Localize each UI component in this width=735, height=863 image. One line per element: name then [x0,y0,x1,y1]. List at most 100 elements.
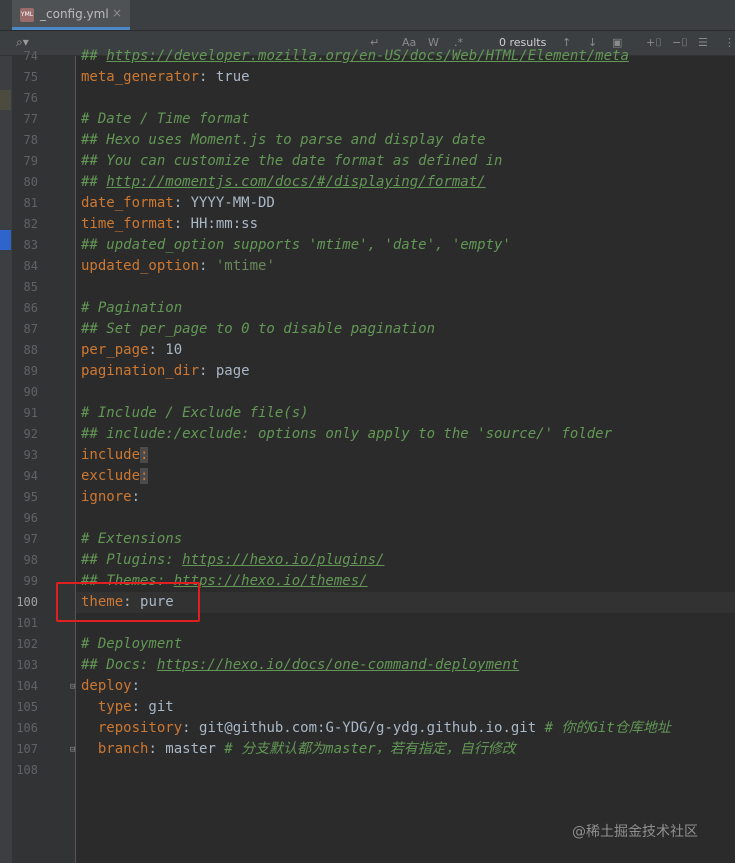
line-number: 95 [23,490,38,504]
code-line[interactable]: include: [81,445,149,466]
line-number: 74 [23,49,38,63]
code-line[interactable]: ## Hexo uses Moment.js to parse and disp… [81,130,486,151]
code-token: type [97,699,132,715]
strip-marker [0,90,11,110]
code-line[interactable]: ## Set per_page to 0 to disable paginati… [81,319,435,340]
highlight-box [56,582,200,622]
line-number: 79 [23,154,38,168]
code-line[interactable]: # Deployment [81,634,182,655]
line-number: 76 [23,91,38,105]
line-number: 106 [16,721,38,735]
code-line[interactable]: ## https://developer.mozilla.org/en-US/d… [81,46,629,67]
code-line[interactable]: ## You can customize the date format as … [81,151,502,172]
code-line[interactable]: # Include / Exclude file(s) [81,403,309,424]
line-number: 93 [23,448,38,462]
code-token: branch [97,741,149,757]
code-line[interactable]: deploy: [81,676,140,697]
line-number: 91 [23,406,38,420]
line-number: 81 [23,196,38,210]
code-line[interactable]: exclude: [81,466,149,487]
code-token: : [140,468,149,484]
filter-icon[interactable]: ☰ [698,36,708,49]
line-number: 105 [16,700,38,714]
code-token: # Include / Exclude file(s) [81,405,309,421]
strip-selection-marker [0,230,11,250]
line-number: 98 [23,553,38,567]
code-token: : HH:mm:ss [173,216,259,232]
code-token: : [140,447,149,463]
code-line[interactable]: ## include:/exclude: options only apply … [81,424,612,445]
code-line[interactable]: type: git [81,697,174,718]
code-token: pagination_dir [81,363,200,379]
code-line[interactable]: ## Docs: https://hexo.io/docs/one-comman… [81,655,519,676]
code-token: # Extensions [81,531,183,547]
fold-marker-icon[interactable]: ⊟ [70,682,75,692]
line-number: 92 [23,427,38,441]
code-token: repository [97,720,183,736]
code-token: ## You can customize the date format as … [81,153,503,169]
line-number: 100 [16,595,38,609]
line-number: 96 [23,511,38,525]
yml-file-icon: YML [20,8,34,22]
code-token: ## include:/exclude: options only apply … [81,426,613,442]
code-line[interactable]: date_format: YYYY-MM-DD [81,193,275,214]
code-token: : YYYY-MM-DD [173,195,275,211]
more-options-icon[interactable]: ⋮ [724,36,735,49]
watermark: @稀土掘金技术社区 [572,824,698,840]
code-token: ## [81,174,107,190]
code-line[interactable]: # Extensions [81,529,182,550]
line-number: 75 [23,70,38,84]
line-number: 89 [23,364,38,378]
code-token: : true [199,69,250,85]
line-number: 84 [23,259,38,273]
code-token: meta_generator [81,69,200,85]
code-token: https://hexo.io/plugins/ [182,552,385,568]
code-line[interactable]: updated_option: 'mtime' [81,256,275,277]
code-token: # Pagination [81,300,183,316]
code-line[interactable]: repository: git@github.com:G-YDG/g-ydg.g… [81,718,671,739]
line-number: 83 [23,238,38,252]
code-token: : [131,678,141,694]
code-token: : [199,258,216,274]
code-token: : [131,489,141,505]
code-token: # 你的Git仓库地址 [544,720,671,736]
add-occurrence-icon[interactable]: +⌷ [646,36,662,50]
code-token: ## Set per_page to 0 to disable paginati… [81,321,436,337]
code-line[interactable]: ## Plugins: https://hexo.io/plugins/ [81,550,384,571]
code-token: # 分支默认都为master，若有指定，自行修改 [224,741,516,757]
code-token: time_format [81,216,174,232]
code-token: http://momentjs.com/docs/#/displaying/fo… [106,174,486,190]
code-token: include [81,447,141,463]
remove-occurrence-icon[interactable]: −⌷ [672,36,688,50]
line-number: 90 [23,385,38,399]
code-line[interactable]: meta_generator: true [81,67,250,88]
code-line[interactable]: ## updated_option supports 'mtime', 'dat… [81,235,511,256]
line-number: 107 [16,742,38,756]
line-number: 101 [16,616,38,630]
code-line[interactable]: # Date / Time format [81,109,250,130]
line-number: 80 [23,175,38,189]
tab-config-yml[interactable]: YML _config.yml × [12,0,130,30]
code-token: ## updated_option supports 'mtime', 'dat… [81,237,511,253]
line-number: 77 [23,112,38,126]
code-line[interactable]: ## http://momentjs.com/docs/#/displaying… [81,172,486,193]
code-line[interactable]: ignore: [81,487,140,508]
code-line[interactable]: time_format: HH:mm:ss [81,214,258,235]
code-token: date_format [81,195,174,211]
code-line[interactable]: per_page: 10 [81,340,182,361]
line-number: 103 [16,658,38,672]
code-token: : master [148,741,225,757]
code-token: https://developer.mozilla.org/en-US/docs… [106,48,629,64]
code-line[interactable]: branch: master # 分支默认都为master，若有指定，自行修改 [81,739,516,760]
close-icon[interactable]: × [112,6,122,20]
line-number: 99 [23,574,38,588]
tab-filename: _config.yml [40,7,109,21]
code-token: # Date / Time format [81,111,250,127]
line-number: 86 [23,301,38,315]
code-line[interactable]: pagination_dir: page [81,361,250,382]
code-line[interactable]: # Pagination [81,298,182,319]
fold-end-marker-icon[interactable]: ⊟ [70,745,75,755]
